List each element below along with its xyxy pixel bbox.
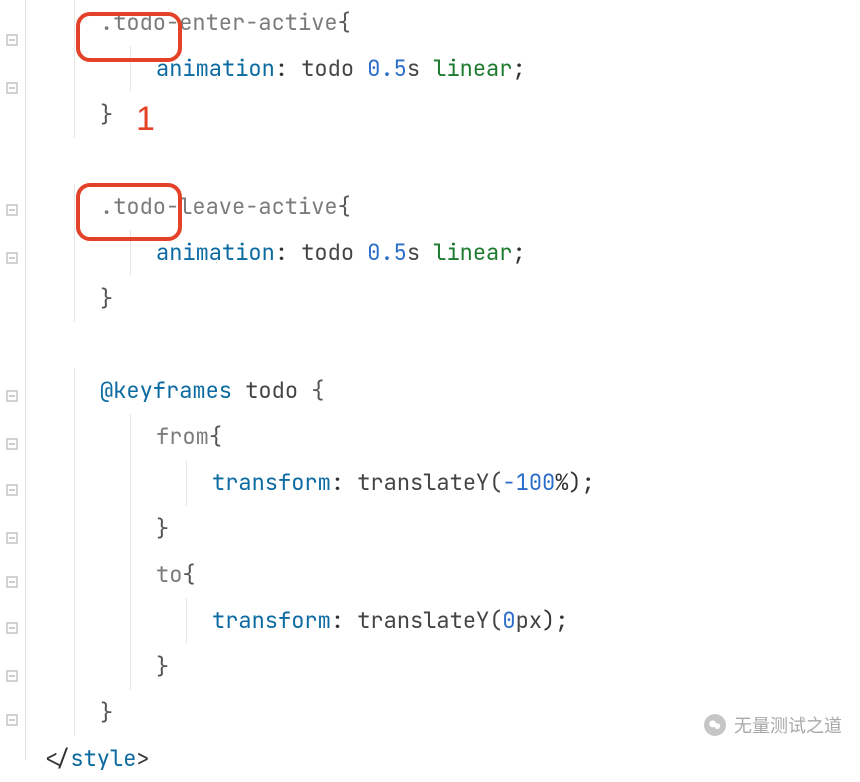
code-line[interactable]: animation: todo 0.5s linear; <box>28 230 860 276</box>
code-line[interactable]: .todo-leave-active{ <box>28 184 860 230</box>
code-line[interactable]: @keyframes todo { <box>28 368 860 414</box>
wechat-icon <box>704 714 726 736</box>
code-line[interactable]: from{ <box>28 414 860 460</box>
watermark-text: 无量测试之道 <box>734 712 842 738</box>
code-line[interactable]: transform: translateY(0px); <box>28 598 860 644</box>
code-line[interactable]: } <box>28 506 860 552</box>
fold-toggle-icon[interactable] <box>4 202 20 218</box>
fold-gutter <box>0 0 26 760</box>
code-line[interactable] <box>28 322 860 368</box>
code-line[interactable]: </style> <box>28 736 860 782</box>
code-line[interactable]: } <box>28 644 860 690</box>
code-editor: .todo-enter-active{animation: todo 0.5s … <box>0 0 860 760</box>
fold-toggle-icon[interactable] <box>4 80 20 96</box>
code-line[interactable]: transform: translateY(-100%); <box>28 460 860 506</box>
code-line[interactable]: } <box>28 276 860 322</box>
fold-toggle-icon[interactable] <box>4 530 20 546</box>
fold-toggle-icon[interactable] <box>4 388 20 404</box>
fold-toggle-icon[interactable] <box>4 32 20 48</box>
annotation-number: 1 <box>136 100 155 139</box>
fold-toggle-icon[interactable] <box>4 574 20 590</box>
watermark: 无量测试之道 <box>704 712 842 738</box>
fold-toggle-icon[interactable] <box>4 436 20 452</box>
code-line[interactable]: .todo-enter-active{ <box>28 0 860 46</box>
fold-toggle-icon[interactable] <box>4 668 20 684</box>
fold-toggle-icon[interactable] <box>4 712 20 728</box>
fold-toggle-icon[interactable] <box>4 482 20 498</box>
fold-toggle-icon[interactable] <box>4 620 20 636</box>
code-line[interactable] <box>28 138 860 184</box>
code-line[interactable]: to{ <box>28 552 860 598</box>
fold-toggle-icon[interactable] <box>4 250 20 266</box>
code-line[interactable]: animation: todo 0.5s linear; <box>28 46 860 92</box>
